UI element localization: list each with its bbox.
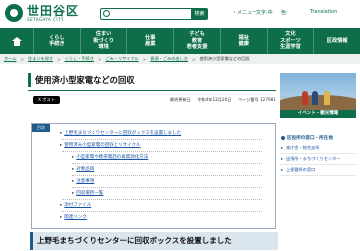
main-content: 使用済小型家電などの回収 X ポスト 最終更新日 令和4年12月20日 ページ番… (28, 73, 278, 251)
nav-item-housing[interactable]: 住まい 街づくり 環境 (81, 28, 128, 54)
city-emblem-icon (5, 4, 23, 22)
breadcrumb-separator: > (191, 56, 196, 62)
nav-item-welfare[interactable]: 福祉 健康 (221, 28, 268, 54)
logo-text: 世田谷区 (27, 3, 80, 18)
toc-divider (72, 175, 262, 176)
menu-link[interactable]: ・メニュー (232, 9, 257, 16)
toc-item[interactable]: 使用済み小型家電の回収とリサイクル (60, 142, 140, 148)
page-meta: 最終更新日 令和4年12月20日 ページ番号 127981 (165, 97, 276, 103)
nav-item-label: 子ども 教育 若者支援 (186, 31, 208, 51)
x-post-button[interactable]: X ポスト (33, 96, 60, 104)
nav-item-living[interactable]: くらし 手続き (34, 28, 81, 54)
title-divider (28, 90, 276, 91)
font-size-control[interactable]: 文字:中 (256, 9, 273, 16)
event-banner-label[interactable]: イベント・観光情報 (280, 110, 356, 118)
toc-item[interactable]: 注意事項 (72, 178, 94, 184)
table-of-contents: 目次 上野毛まちづくりセンターに回収ボックスを設置しました 使用済み小型家電の回… (31, 123, 276, 229)
translation-link[interactable]: Translation (310, 9, 337, 15)
toc-item[interactable]: 関連リンク (60, 214, 87, 220)
home-icon (11, 36, 22, 46)
banner-person-figure (312, 91, 318, 105)
breadcrumb-separator: > (97, 56, 102, 62)
banner-hill-shape (280, 95, 356, 110)
toc-divider (62, 139, 262, 140)
side-link[interactable]: 上保健所の窓口 (280, 165, 356, 176)
nav-item-government[interactable]: 区政情報 (314, 28, 360, 54)
breadcrumb-item[interactable]: 資源・ごみの出し方 (150, 56, 188, 62)
page-title: 使用済小型家電などの回収 (28, 73, 276, 87)
toc-item[interactable]: 上野毛まちづくりセンターに回収ボックスを設置しました (60, 130, 181, 136)
breadcrumb: ホーム > 住まいを探す > くらし・手続き > ごみ・リサイクル > 資源・ごみの出し… (0, 54, 360, 64)
nav-item-label: 区政情報 (326, 37, 348, 44)
nav-item-work[interactable]: 仕事 産業 (127, 28, 175, 54)
nav-item-label: 福祉 健康 (238, 34, 249, 48)
breadcrumb-item[interactable]: ホーム (4, 56, 16, 62)
toc-divider (62, 199, 262, 200)
side-link[interactable]: 本庁舎・総合支所 (280, 143, 356, 154)
nav-item-culture[interactable]: 文化 スポーツ 生涯学習 (268, 28, 315, 54)
nav-home[interactable] (0, 28, 34, 54)
nav-item-label: 住まい 街づくり 環境 (93, 31, 114, 51)
logo-subtext: SETAGAYA CITY (27, 16, 64, 22)
breadcrumb-separator: > (142, 56, 147, 62)
toc-item[interactable]: 回収場所一覧 (72, 190, 103, 196)
color-control[interactable]: 色: (281, 9, 288, 16)
breadcrumb-current: 使用済小型家電などの回収 (199, 56, 250, 61)
toc-label: 目次 (32, 124, 50, 132)
nav-item-label: くらし 手続き (49, 34, 65, 48)
updated-label: 最終更新日 (169, 97, 191, 102)
toc-divider (62, 151, 262, 152)
breadcrumb-separator: > (57, 56, 61, 62)
banner-person-figure (302, 91, 308, 105)
toc-divider (72, 187, 262, 188)
banner-person-figure (324, 91, 330, 105)
breadcrumb-item[interactable]: ごみ・リサイクル (105, 56, 138, 62)
updated-date: 令和4年12月20日 (197, 97, 232, 102)
site-logo[interactable]: 世田谷区 SETAGAYA CITY (5, 4, 79, 22)
office-links-heading: 区役所の窓口・所在地 (280, 133, 356, 143)
event-banner-image[interactable] (280, 73, 356, 110)
breadcrumb-separator: > (20, 56, 24, 62)
header: 世田谷区 SETAGAYA CITY 検索 ・メニュー 文字:中 色: Tran… (0, 0, 360, 28)
search-button[interactable]: 検索 (191, 8, 208, 20)
nav-item-children[interactable]: 子ども 教育 若者支援 (174, 28, 221, 54)
toc-divider (72, 163, 262, 164)
toc-divider (62, 211, 262, 212)
page-number: ページ番号 127981 (237, 97, 276, 102)
section-heading: 上野毛まちづくりセンターに回収ボックスを設置しました (30, 232, 278, 250)
search-input[interactable] (100, 8, 200, 20)
global-nav: くらし 手続き 住まい 街づくり 環境 仕事 産業 子ども 教育 若者支援 福祉… (0, 28, 360, 54)
side-link[interactable]: 出張所・まちづくりセンター (280, 154, 356, 165)
toc-item[interactable]: 対象品目 (72, 166, 94, 172)
breadcrumb-item[interactable]: 住まいを探す (28, 56, 53, 62)
office-links-box: 区役所の窓口・所在地 本庁舎・総合支所 出張所・まちづくりセンター 上保健所の窓… (280, 133, 356, 176)
search-icon (103, 10, 110, 17)
breadcrumb-item[interactable]: くらし・手続き (65, 56, 94, 62)
toc-item[interactable]: 添付ファイル (60, 202, 91, 208)
toc-item[interactable]: 小型家電や携帯電話の再資源化方法 (72, 154, 148, 160)
nav-item-label: 文化 スポーツ 生涯学習 (280, 31, 301, 51)
nav-item-label: 仕事 産業 (145, 34, 156, 48)
